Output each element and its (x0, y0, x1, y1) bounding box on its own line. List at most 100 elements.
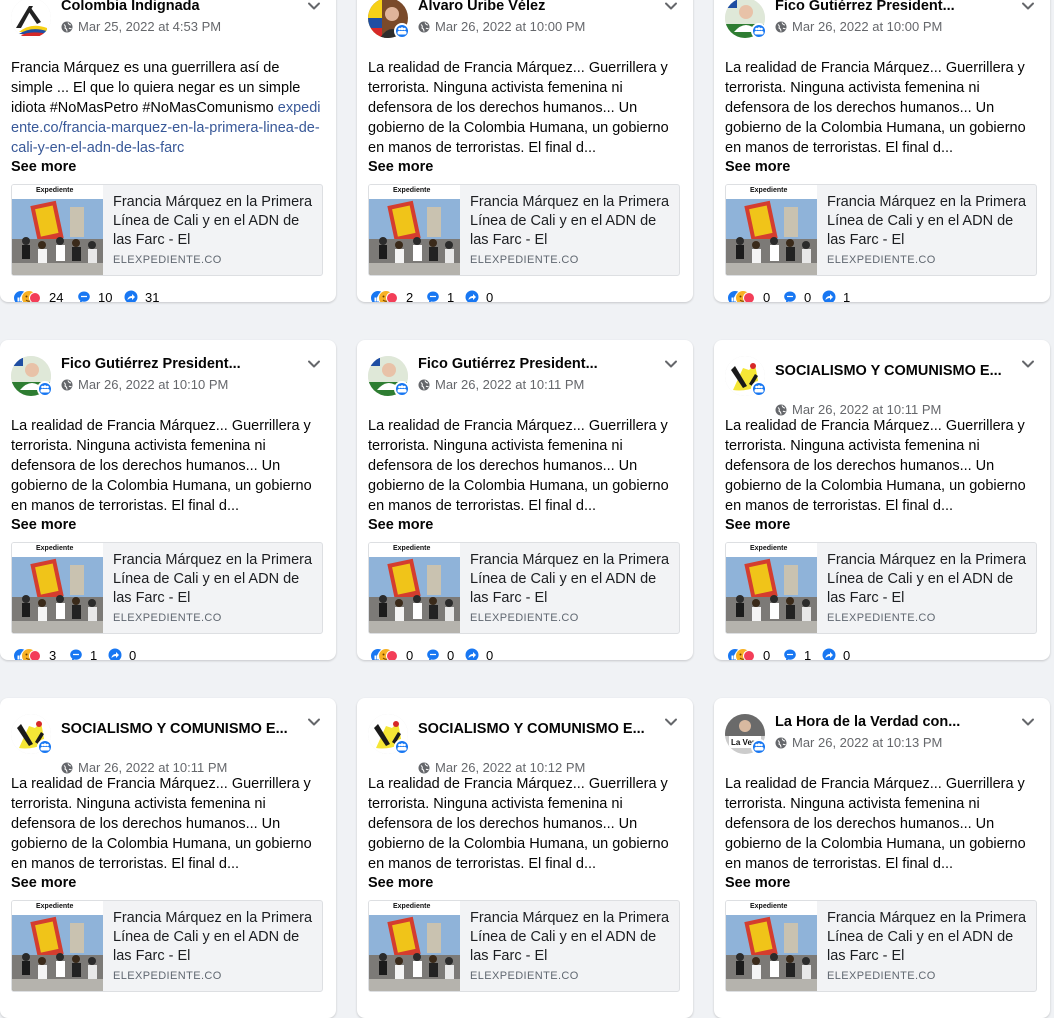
post-options-chevron-icon[interactable] (1021, 715, 1035, 734)
public-globe-icon (775, 735, 792, 750)
link-preview-title[interactable]: Francia Márquez en la Primera Línea de C… (113, 909, 315, 966)
reactions-icon (13, 290, 41, 302)
thumbnail-label: Expediente (36, 187, 74, 194)
post-text: La realidad de Francia Márquez... Guerri… (368, 418, 669, 514)
comment-icon (77, 290, 91, 302)
group-icon (37, 739, 53, 755)
public-globe-icon (775, 402, 792, 417)
comment-icon (783, 648, 797, 660)
thumbnail-label: Expediente (393, 187, 431, 194)
post-options-chevron-icon[interactable] (664, 715, 678, 734)
post-card: La VerdadLa Hora de la Verdad con...Mar … (714, 698, 1050, 1018)
see-more-link[interactable]: See more (11, 158, 76, 176)
group-icon (751, 739, 767, 755)
link-preview[interactable]: Expediente Francia Márquez en la Primera … (11, 184, 323, 276)
link-preview-title[interactable]: Francia Márquez en la Primera Línea de C… (827, 909, 1029, 966)
post-text: La realidad de Francia Márquez... Guerri… (11, 418, 312, 514)
link-preview-title[interactable]: Francia Márquez en la Primera Línea de C… (827, 193, 1029, 250)
group-icon (394, 23, 410, 39)
see-more-link[interactable]: See more (725, 874, 790, 892)
link-preview-domain: ELEXPEDIENTE.CO (827, 612, 936, 624)
share-icon (465, 648, 479, 660)
link-preview-title[interactable]: Francia Márquez en la Primera Línea de C… (470, 551, 672, 608)
post-header: Álvaro Uribe Vélez Mar 26, 2022 at 10:00 … (368, 0, 683, 56)
link-preview[interactable]: Expediente Francia Márquez en la Primera … (11, 900, 323, 992)
link-preview-title[interactable]: Francia Márquez en la Primera Línea de C… (470, 193, 672, 250)
post-header: SOCIALISMO Y COMUNISMO E... Mar 26, 2022 … (11, 714, 326, 775)
author-name[interactable]: Fico Gutiérrez President... (775, 0, 1015, 15)
post-options-chevron-icon[interactable] (664, 357, 678, 376)
comment-icon (426, 648, 440, 660)
link-preview[interactable]: Expediente Francia Márquez en la Primera … (368, 900, 680, 992)
post-options-chevron-icon[interactable] (307, 0, 321, 18)
link-preview-thumbnail: Expediente (12, 543, 103, 633)
link-preview-domain: ELEXPEDIENTE.CO (113, 254, 222, 266)
post-options-chevron-icon[interactable] (664, 0, 678, 18)
link-preview-domain: ELEXPEDIENTE.CO (113, 970, 222, 982)
see-more-link[interactable]: See more (725, 158, 790, 176)
post-header: Fico Gutiérrez President... Mar 26, 2022 … (11, 356, 326, 414)
link-preview[interactable]: Expediente Francia Márquez en la Primera … (725, 900, 1037, 992)
link-preview-domain: ELEXPEDIENTE.CO (827, 970, 936, 982)
share-icon (822, 648, 836, 660)
link-preview-domain: ELEXPEDIENTE.CO (470, 612, 579, 624)
link-preview[interactable]: Expediente Francia Márquez en la Primera … (368, 542, 680, 634)
link-preview[interactable]: Expediente Francia Márquez en la Primera … (725, 184, 1037, 276)
post-header: La VerdadLa Hora de la Verdad con...Mar … (725, 714, 1040, 772)
post-timestamp[interactable]: Mar 26, 2022 at 10:10 PM (61, 377, 228, 393)
link-preview[interactable]: Expediente Francia Márquez en la Primera … (368, 184, 680, 276)
see-more-link[interactable]: See more (11, 516, 76, 534)
author-name[interactable]: SOCIALISMO Y COMUNISMO E... (418, 721, 658, 755)
author-name[interactable]: SOCIALISMO Y COMUNISMO E... (61, 721, 301, 755)
see-more-link[interactable]: See more (11, 874, 76, 892)
link-preview-thumbnail: Expediente (12, 901, 103, 991)
link-preview[interactable]: Expediente Francia Márquez en la Primera … (11, 542, 323, 634)
see-more-link[interactable]: See more (368, 874, 433, 892)
post-timestamp[interactable]: Mar 26, 2022 at 10:11 PM (418, 377, 584, 393)
link-preview-title[interactable]: Francia Márquez en la Primera Línea de C… (113, 551, 315, 608)
author-name[interactable]: SOCIALISMO Y COMUNISMO E... (775, 363, 1015, 397)
post-timestamp[interactable]: Mar 26, 2022 at 10:00 PM (775, 19, 942, 35)
post-options-chevron-icon[interactable] (307, 715, 321, 734)
link-preview-title[interactable]: Francia Márquez en la Primera Línea de C… (113, 193, 315, 250)
post-grid: Colombia Indignada Mar 25, 2022 at 4:53 P… (0, 0, 1054, 1018)
author-name[interactable]: La Hora de la Verdad con... (775, 714, 1015, 731)
see-more-link[interactable]: See more (368, 516, 433, 534)
link-preview-thumbnail: Expediente (12, 185, 103, 275)
comment-icon (783, 290, 797, 302)
author-name[interactable]: Colombia Indignada (61, 0, 301, 15)
thumbnail-label: Expediente (750, 187, 788, 194)
post-text: La realidad de Francia Márquez... Guerri… (725, 776, 1026, 872)
link-preview-thumbnail: Expediente (369, 543, 460, 633)
link-preview-thumbnail: Expediente (369, 901, 460, 991)
author-name[interactable]: Fico Gutiérrez President... (418, 356, 658, 373)
group-icon (751, 381, 767, 397)
see-more-link[interactable]: See more (725, 516, 790, 534)
post-text: La realidad de Francia Márquez... Guerri… (725, 60, 1026, 156)
post-timestamp[interactable]: Mar 26, 2022 at 10:00 PM (418, 19, 585, 35)
group-icon (394, 739, 410, 755)
see-more-link[interactable]: See more (368, 158, 433, 176)
post-options-chevron-icon[interactable] (307, 357, 321, 376)
link-preview-title[interactable]: Francia Márquez en la Primera Línea de C… (827, 551, 1029, 608)
comment-icon (426, 290, 440, 302)
link-preview-thumbnail: Expediente (369, 185, 460, 275)
post-options-chevron-icon[interactable] (1021, 357, 1035, 376)
share-icon (822, 290, 836, 302)
colombia-indignada-logo-icon[interactable] (11, 0, 51, 38)
post-card: Fico Gutiérrez President... Mar 26, 2022 … (714, 0, 1050, 302)
author-name[interactable]: Álvaro Uribe Vélez (418, 0, 658, 15)
post-header: Fico Gutiérrez President... Mar 26, 2022 … (368, 356, 683, 414)
link-preview-title[interactable]: Francia Márquez en la Primera Línea de C… (470, 909, 672, 966)
public-globe-icon (61, 760, 78, 775)
link-preview-thumbnail: Expediente (726, 901, 817, 991)
reactions-icon (727, 648, 755, 660)
link-preview-domain: ELEXPEDIENTE.CO (113, 612, 222, 624)
reactions-icon (370, 290, 398, 302)
link-preview[interactable]: Expediente Francia Márquez en la Primera … (725, 542, 1037, 634)
post-timestamp[interactable]: Mar 25, 2022 at 4:53 PM (61, 19, 221, 35)
post-options-chevron-icon[interactable] (1021, 0, 1035, 18)
post-timestamp[interactable]: Mar 26, 2022 at 10:13 PM (775, 735, 942, 751)
author-name[interactable]: Fico Gutiérrez President... (61, 356, 301, 373)
public-globe-icon (61, 19, 78, 34)
